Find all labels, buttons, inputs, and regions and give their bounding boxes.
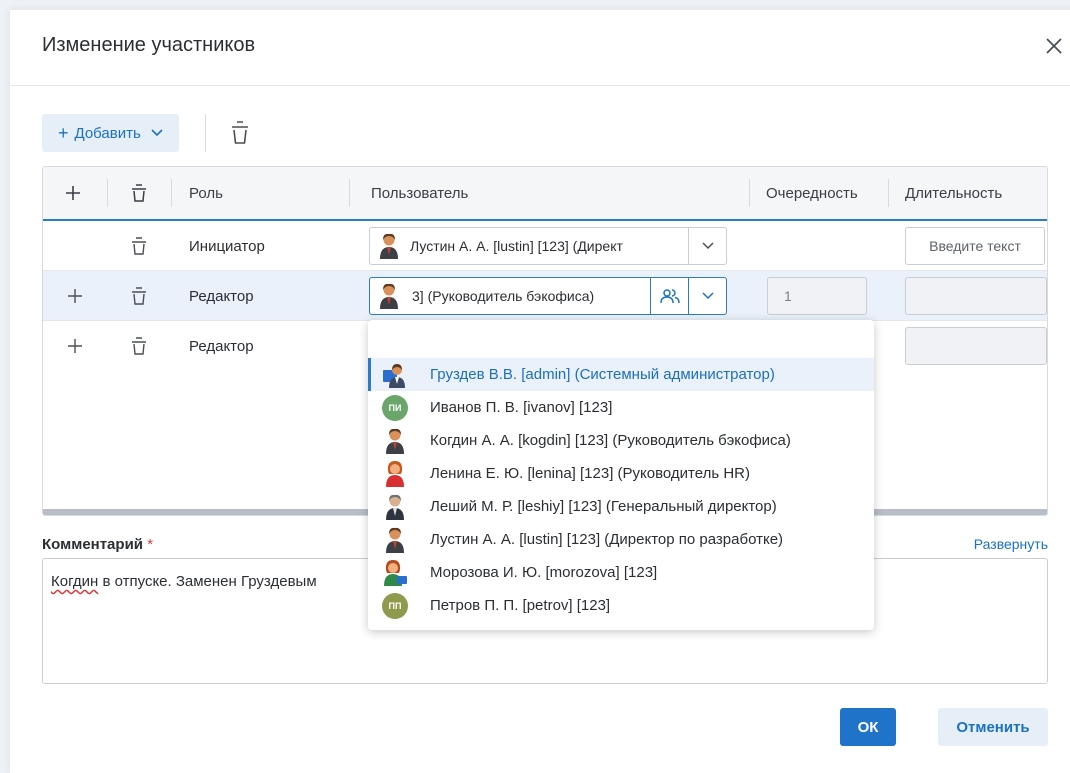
row-add-button[interactable] xyxy=(67,271,83,321)
dropdown-item-label: Груздев В.В. [admin] (Системный админист… xyxy=(430,366,775,383)
header-duration[interactable]: Длительность xyxy=(905,167,1002,219)
order-input[interactable]: 1 xyxy=(767,277,867,315)
comment-text: в отпуске. Заменен Груздевым xyxy=(98,573,317,590)
dropdown-item[interactable]: ПП Петров П. П. [petrov] [123] xyxy=(368,589,874,622)
dropdown-item[interactable]: Груздев В.В. [admin] (Системный админист… xyxy=(368,358,874,391)
header-divider xyxy=(171,179,172,207)
user-search-input[interactable]: 3] (Руководитель бэкофиса) xyxy=(400,288,650,304)
chevron-down-icon xyxy=(151,129,163,137)
dropdown-item-label: Иванов П. В. [ivanov] [123] xyxy=(430,399,613,416)
ok-button[interactable]: ОК xyxy=(840,708,896,746)
dropdown-item-label: Леший М. Р. [leshiy] [123] (Генеральный … xyxy=(430,498,777,515)
chevron-down-icon xyxy=(701,292,714,300)
user-dropdown-list: Груздев В.В. [admin] (Системный админист… xyxy=(368,320,874,630)
required-mark: * xyxy=(147,536,154,553)
toolbar-divider xyxy=(204,114,206,152)
row-role: Инициатор xyxy=(189,237,265,255)
header-divider xyxy=(888,179,889,207)
dropdown-item-label: Морозова И. Ю. [morozova] [123] xyxy=(430,564,658,581)
expand-link[interactable]: Развернуть xyxy=(974,536,1048,552)
director-avatar-icon xyxy=(382,494,408,520)
dialog-header: Изменение участников xyxy=(10,10,1070,86)
user-dropdown-toggle[interactable] xyxy=(688,228,726,264)
header-order[interactable]: Очередность xyxy=(766,167,858,219)
plus-icon: + xyxy=(58,123,69,143)
header-divider xyxy=(749,179,750,207)
trash-icon xyxy=(132,287,146,305)
table-header: Роль Пользователь Очередность Длительнос… xyxy=(43,167,1047,221)
comment-label: Комментарий * xyxy=(42,536,153,553)
plus-icon xyxy=(66,186,80,200)
comment-label-text: Комментарий xyxy=(42,536,144,553)
duration-input[interactable] xyxy=(905,277,1047,315)
dropdown-item-label: Лустин А. А. [lustin] [123] (Директор по… xyxy=(430,531,784,548)
close-icon xyxy=(1046,38,1062,54)
close-button[interactable] xyxy=(1040,32,1068,60)
trash-icon xyxy=(132,237,146,255)
row-role: Редактор xyxy=(189,337,254,355)
trash-icon xyxy=(231,121,248,144)
cancel-button[interactable]: Отменить xyxy=(938,708,1048,746)
dropdown-item[interactable]: Когдин А. А. [kogdin] [123] (Руководител… xyxy=(368,424,874,457)
female-user-avatar-icon xyxy=(382,460,408,487)
user-select[interactable]: Лустин А. А. [lustin] [123] (Директ xyxy=(369,227,727,265)
plus-icon xyxy=(68,289,82,303)
female-user-avatar-icon xyxy=(382,559,408,586)
dropdown-item-label: Ленина Е. Ю. [lenina] [123] (Руководител… xyxy=(430,465,750,482)
header-user[interactable]: Пользователь xyxy=(371,167,468,219)
dropdown-item[interactable]: Морозова И. Ю. [morozova] [123] xyxy=(368,556,874,589)
table-row[interactable]: Инициатор Лустин А. А. [lustin] [123] (Д… xyxy=(43,221,1047,271)
dropdown-item-label: Когдин А. А. [kogdin] [123] (Руководител… xyxy=(430,432,791,449)
trash-icon xyxy=(132,184,146,202)
chevron-down-icon xyxy=(701,242,714,250)
duration-input[interactable]: Введите текст xyxy=(905,227,1045,265)
admin-avatar-icon xyxy=(382,362,408,388)
header-divider xyxy=(107,179,108,207)
user-dropdown-toggle[interactable] xyxy=(688,278,726,314)
dialog-title: Изменение участников xyxy=(42,34,256,56)
user-select-value: Лустин А. А. [lustin] [123] (Директ xyxy=(410,238,623,254)
header-add-button[interactable] xyxy=(65,167,81,219)
row-delete-button[interactable] xyxy=(131,221,147,271)
row-delete-button[interactable] xyxy=(131,321,147,371)
header-divider xyxy=(349,179,350,207)
dropdown-item[interactable]: Лустин А. А. [lustin] [123] (Директор по… xyxy=(368,523,874,556)
dropdown-item[interactable]: ПИ Иванов П. В. [ivanov] [123] xyxy=(368,391,874,424)
male-user-avatar-icon xyxy=(380,233,398,259)
header-delete-button[interactable] xyxy=(131,167,147,219)
male-user-avatar-icon xyxy=(380,283,398,309)
initials-avatar: ПП xyxy=(382,592,408,619)
duration-input[interactable] xyxy=(905,327,1047,365)
trash-icon xyxy=(132,337,146,355)
dropdown-item-label: Петров П. П. [petrov] [123] xyxy=(430,597,611,614)
user-select[interactable]: 3] (Руководитель бэкофиса) xyxy=(369,277,727,315)
table-row[interactable]: Редактор 3] (Руководитель бэкофиса) 1 xyxy=(43,271,1047,321)
initials-avatar: ПИ xyxy=(382,394,408,421)
row-role: Редактор xyxy=(189,287,254,305)
header-role[interactable]: Роль xyxy=(189,167,223,219)
add-button[interactable]: + Добавить xyxy=(42,114,179,152)
dropdown-item[interactable]: Леший М. Р. [leshiy] [123] (Генеральный … xyxy=(368,490,874,523)
row-delete-button[interactable] xyxy=(131,271,147,321)
delete-all-button[interactable] xyxy=(230,120,250,146)
dropdown-item[interactable]: Ленина Е. Ю. [lenina] [123] (Руководител… xyxy=(368,457,874,490)
users-icon xyxy=(659,289,680,304)
select-users-button[interactable] xyxy=(650,278,688,314)
comment-text-misspelled: Когдин xyxy=(51,573,99,590)
male-user-avatar-icon xyxy=(382,428,408,454)
male-user-avatar-icon xyxy=(382,527,408,553)
row-add-button[interactable] xyxy=(67,321,83,371)
toolbar: + Добавить xyxy=(42,114,250,152)
plus-icon xyxy=(68,339,82,353)
add-button-label: Добавить xyxy=(74,124,141,142)
